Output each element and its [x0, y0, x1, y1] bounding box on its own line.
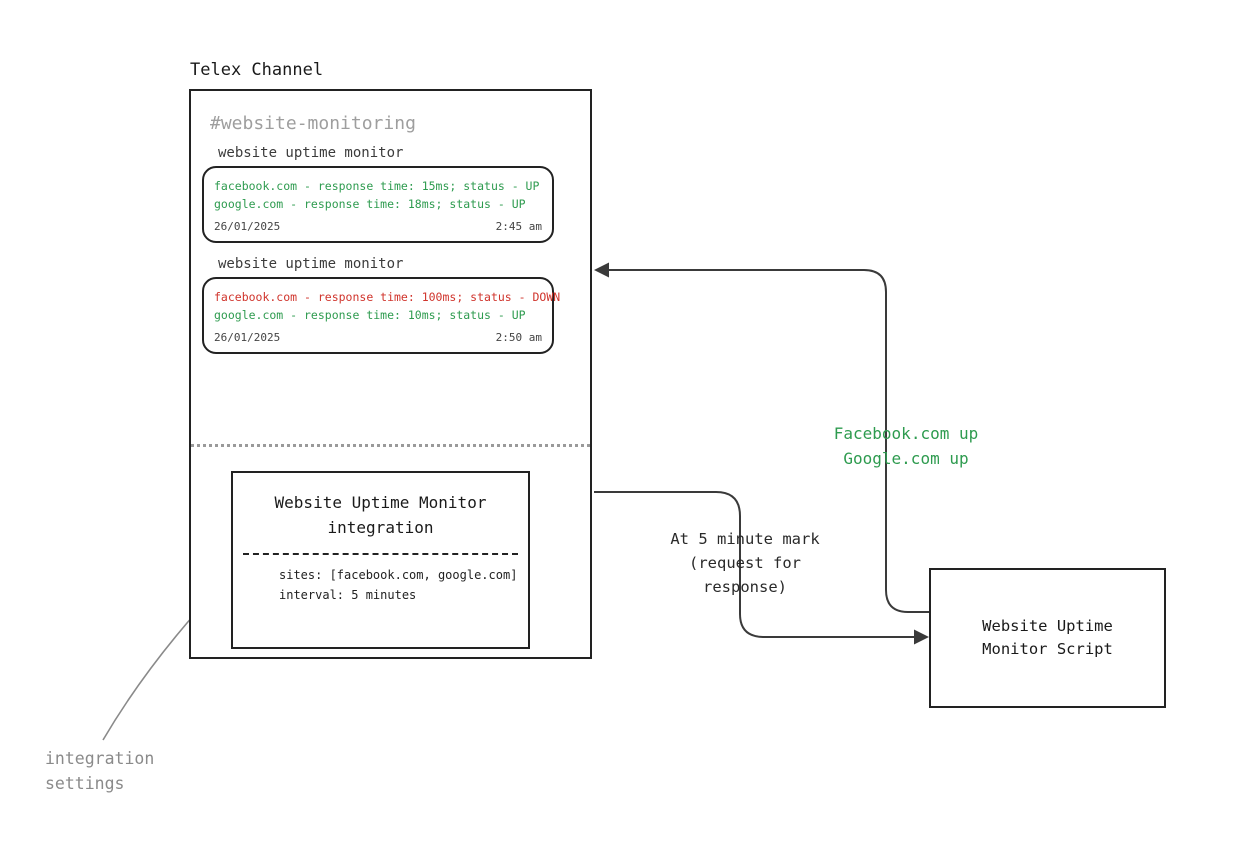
flow-request-line: At 5 minute mark — [670, 530, 819, 548]
integration-config-sites: sites: [facebook.com, google.com] — [279, 565, 528, 585]
script-box: Website Uptime Monitor Script — [929, 568, 1166, 708]
integration-box: Website Uptime Monitor integration sites… — [231, 471, 530, 649]
flow-response-label: Facebook.com up Google.com up — [796, 422, 1016, 472]
integration-title-line: Website Uptime Monitor — [275, 493, 487, 512]
integration-title-line: integration — [328, 518, 434, 537]
flow-response-line: Facebook.com up — [834, 424, 979, 443]
panel-divider — [191, 444, 590, 447]
message-line: google.com - response time: 10ms; status… — [214, 307, 542, 325]
integration-title: Website Uptime Monitor integration — [233, 473, 528, 547]
flow-response-line: Google.com up — [843, 449, 968, 468]
script-box-line: Monitor Script — [982, 640, 1113, 658]
flow-request-label: At 5 minute mark (request for response) — [645, 527, 845, 599]
message-card: facebook.com - response time: 15ms; stat… — [202, 166, 554, 243]
script-box-line: Website Uptime — [982, 617, 1113, 635]
message-card: facebook.com - response time: 100ms; sta… — [202, 277, 554, 354]
flow-request-line: (request for — [689, 554, 801, 572]
message-line: facebook.com - response time: 100ms; sta… — [214, 289, 542, 307]
message-sender: website uptime monitor — [218, 256, 403, 272]
message-date: 26/01/2025 — [214, 218, 280, 235]
integration-divider — [243, 553, 518, 555]
integration-settings-annotation: integration settings — [45, 747, 154, 797]
settings-label-line: settings — [45, 774, 124, 793]
channel-outer-label: Telex Channel — [190, 60, 323, 80]
channel-hash-title: #website-monitoring — [210, 113, 416, 134]
message-line: facebook.com - response time: 15ms; stat… — [214, 178, 542, 196]
message-time: 2:50 am — [496, 329, 542, 346]
message-line: google.com - response time: 18ms; status… — [214, 196, 542, 214]
message-sender: website uptime monitor — [218, 145, 403, 161]
settings-label-line: integration — [45, 749, 154, 768]
integration-config-interval: interval: 5 minutes — [279, 585, 528, 605]
message-time: 2:45 am — [496, 218, 542, 235]
flow-request-line: response) — [703, 578, 787, 596]
message-date: 26/01/2025 — [214, 329, 280, 346]
